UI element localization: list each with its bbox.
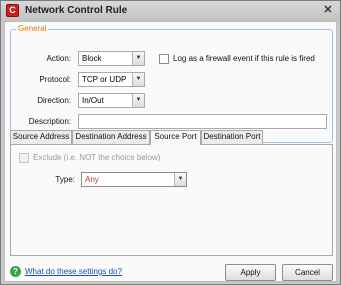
protocol-dropdown[interactable]: TCP or UDP ▼ xyxy=(78,72,145,87)
cancel-button[interactable]: Cancel xyxy=(282,264,333,281)
type-dropdown[interactable]: Any ▼ xyxy=(81,172,187,187)
chevron-down-icon: ▼ xyxy=(132,73,144,86)
dialog-body: General Action: Block ▼ Log as a firewal… xyxy=(4,21,337,282)
action-dropdown[interactable]: Block ▼ xyxy=(78,51,145,66)
tab-destination-port[interactable]: Destination Port xyxy=(201,130,263,144)
exclude-checkbox[interactable] xyxy=(19,153,29,163)
close-icon[interactable]: ✕ xyxy=(322,4,334,16)
chevron-down-icon: ▼ xyxy=(132,94,144,107)
chevron-down-icon: ▼ xyxy=(132,52,144,65)
tab-source-address[interactable]: Source Address xyxy=(10,130,72,144)
tab-destination-address[interactable]: Destination Address xyxy=(72,130,150,144)
description-label: Description: xyxy=(28,117,71,126)
direction-value: In/Out xyxy=(82,96,104,105)
direction-dropdown[interactable]: In/Out ▼ xyxy=(78,93,145,108)
help-icon: ? xyxy=(10,266,21,277)
network-control-rule-dialog: C Network Control Rule ✕ General Action:… xyxy=(0,0,341,285)
general-group: General Action: Block ▼ Log as a firewal… xyxy=(10,24,333,143)
protocol-label: Protocol: xyxy=(39,75,71,84)
action-value: Block xyxy=(82,54,102,63)
type-label: Type: xyxy=(55,175,75,184)
action-label: Action: xyxy=(46,54,71,63)
general-legend: General xyxy=(16,24,49,33)
chevron-down-icon: ▼ xyxy=(174,173,186,186)
window-title: Network Control Rule xyxy=(25,5,128,16)
type-value: Any xyxy=(85,175,99,184)
exclude-label: Exclude (i.e. NOT the choice below) xyxy=(33,153,161,162)
log-firewall-checkbox[interactable] xyxy=(159,54,169,64)
description-input[interactable] xyxy=(78,114,327,129)
tab-source-port[interactable]: Source Port xyxy=(150,130,201,145)
direction-label: Direction: xyxy=(37,96,71,105)
help-link[interactable]: What do these settings do? xyxy=(25,267,122,276)
apply-button[interactable]: Apply xyxy=(225,264,276,281)
source-port-panel: Exclude (i.e. NOT the choice below) Type… xyxy=(10,144,333,256)
protocol-value: TCP or UDP xyxy=(82,75,127,84)
comodo-app-icon: C xyxy=(6,4,19,17)
log-firewall-label: Log as a firewall event if this rule is … xyxy=(173,54,315,63)
title-bar[interactable]: C Network Control Rule ✕ xyxy=(1,1,340,21)
